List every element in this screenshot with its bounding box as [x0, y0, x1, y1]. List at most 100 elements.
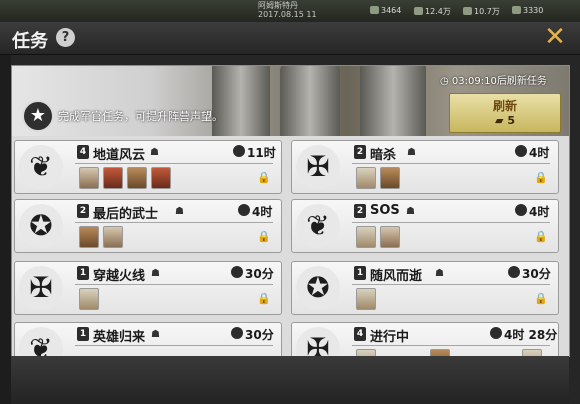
- task-name: 暗杀: [370, 148, 397, 163]
- task-name: SOS: [370, 203, 400, 218]
- eagle-shield-icon: ❦: [19, 327, 63, 356]
- task-card[interactable]: ❦ 2 SOS ☗ 4时 🔒: [291, 199, 559, 253]
- task-duration: 4时: [529, 205, 550, 219]
- lock-icon: 🔒: [257, 171, 271, 184]
- winged-sword-icon: ✠: [296, 327, 340, 356]
- city-name-label: 阿姆斯特丹 2017.08.15 11: [258, 1, 317, 19]
- resource-3: 10.7万: [463, 6, 500, 17]
- task-duration: 4时 28分: [504, 328, 558, 342]
- task-duration: 11时: [247, 146, 276, 160]
- clock-icon: [233, 145, 245, 157]
- task-card[interactable]: ❦ 1 英雄归来 ☗ 30分: [14, 322, 282, 356]
- gear-blade-icon: ✪: [296, 266, 340, 310]
- close-button[interactable]: ✕: [542, 24, 568, 50]
- lock-icon: 🔒: [534, 230, 548, 243]
- task-card[interactable]: ✠ 4 进行中 4时 28分: [291, 322, 559, 356]
- task-level: 1: [77, 266, 89, 280]
- officer-hat-icon: ☗: [151, 268, 160, 279]
- clock-icon: [515, 204, 527, 216]
- divider: [352, 284, 550, 285]
- task-duration: 4时: [252, 205, 273, 219]
- officer-portrait: [103, 226, 123, 248]
- left-edge: [0, 55, 11, 404]
- resource-icon: [414, 7, 423, 15]
- clock-icon: [238, 204, 250, 216]
- bottom-bar: [11, 356, 569, 404]
- help-button[interactable]: ?: [56, 28, 75, 47]
- shell-decoration: [360, 66, 426, 136]
- task-card[interactable]: ✠ 2 暗杀 ☗ 4时 🔒: [291, 140, 559, 194]
- refresh-cost-value: 5: [507, 114, 515, 127]
- task-level: 2: [354, 204, 366, 218]
- clock-icon: [508, 266, 520, 278]
- officer-portrait: [79, 226, 99, 248]
- refresh-label: 刷新: [492, 99, 517, 113]
- top-status-bar: 阿姆斯特丹 2017.08.15 11 3464 12.4万 10.7万 333…: [0, 0, 580, 22]
- lock-icon: 🔒: [534, 292, 548, 305]
- task-name: 英雄归来: [93, 330, 146, 345]
- task-name: 随风而逝: [370, 269, 423, 284]
- divider: [352, 222, 550, 223]
- resource-4: 3330: [512, 6, 543, 15]
- resource-icon: [463, 7, 472, 15]
- refresh-timer-text: 03:09:10后刷新任务: [451, 76, 547, 87]
- divider: [75, 163, 273, 164]
- shell-decoration: [280, 66, 340, 136]
- divider: [352, 345, 550, 346]
- officer-portrait: [380, 167, 400, 189]
- officer-hat-icon: ☗: [151, 329, 160, 340]
- officer-portrait: [151, 167, 171, 189]
- divider: [75, 345, 273, 346]
- task-level: 2: [354, 145, 366, 159]
- star-badge-icon: ★: [22, 100, 54, 132]
- task-name: 地道风云: [93, 148, 146, 163]
- task-card[interactable]: ✪ 1 随风而逝 ☗ 30分 🔒: [291, 261, 559, 315]
- task-level: 4: [354, 327, 366, 341]
- officer-portrait: [356, 226, 376, 248]
- refresh-cost: ▰ 5: [495, 114, 515, 127]
- officer-portrait: [79, 167, 99, 189]
- clock-icon: [231, 327, 243, 339]
- task-duration: 4时: [529, 146, 550, 160]
- lock-icon: 🔒: [534, 171, 548, 184]
- clock-icon: [490, 327, 502, 339]
- eagle-shield-icon: ❦: [296, 204, 340, 248]
- officer-hat-icon: ☗: [407, 147, 416, 158]
- resource-icon: [512, 6, 521, 14]
- banner-description: 完成军官任务，可提升阵营声望。: [58, 110, 223, 123]
- divider: [75, 284, 273, 285]
- divider: [75, 222, 273, 223]
- task-name: 穿越火线: [93, 269, 146, 284]
- eagle-shield-icon: ❦: [19, 145, 63, 189]
- resource-icon: [370, 6, 379, 14]
- resource-3-value: 10.7万: [474, 7, 500, 16]
- resource-1-value: 3464: [381, 6, 402, 15]
- officer-portrait: [356, 167, 376, 189]
- task-duration: 30分: [245, 267, 274, 281]
- task-duration: 30分: [245, 328, 274, 342]
- task-level: 4: [77, 145, 89, 159]
- resource-4-value: 3330: [523, 6, 544, 15]
- task-card[interactable]: ✠ 1 穿越火线 ☗ 30分 🔒: [14, 261, 282, 315]
- resource-2: 12.4万: [414, 6, 451, 17]
- page-title: 任务: [12, 31, 48, 52]
- clock-icon: [515, 145, 527, 157]
- task-card[interactable]: ✪ 2 最后的武士 ☗ 4时 🔒: [14, 199, 282, 253]
- officer-hat-icon: ☗: [435, 268, 444, 279]
- refresh-button[interactable]: 刷新 ▰ 5: [449, 93, 561, 133]
- resource-2-value: 12.4万: [425, 7, 451, 16]
- task-card[interactable]: ❦ 4 地道风云 ☗ 11时 🔒: [14, 140, 282, 194]
- divider: [352, 163, 550, 164]
- gear-blade-icon: ✪: [19, 204, 63, 248]
- city-date: 2017.08.15 11: [258, 10, 317, 19]
- task-level: 2: [77, 204, 89, 218]
- task-panel: ★ 完成军官任务，可提升阵营声望。 ◷ 03:09:10后刷新任务 刷新 ▰ 5…: [11, 65, 570, 357]
- officer-portrait: [103, 167, 123, 189]
- officer-portrait: [127, 167, 147, 189]
- officer-portrait: [380, 226, 400, 248]
- lock-icon: 🔒: [257, 230, 271, 243]
- lock-icon: 🔒: [257, 292, 271, 305]
- officer-portrait: [356, 288, 376, 310]
- winged-sword-icon: ✠: [19, 266, 63, 310]
- task-banner: ★ 完成军官任务，可提升阵营声望。 ◷ 03:09:10后刷新任务 刷新 ▰ 5: [12, 66, 569, 136]
